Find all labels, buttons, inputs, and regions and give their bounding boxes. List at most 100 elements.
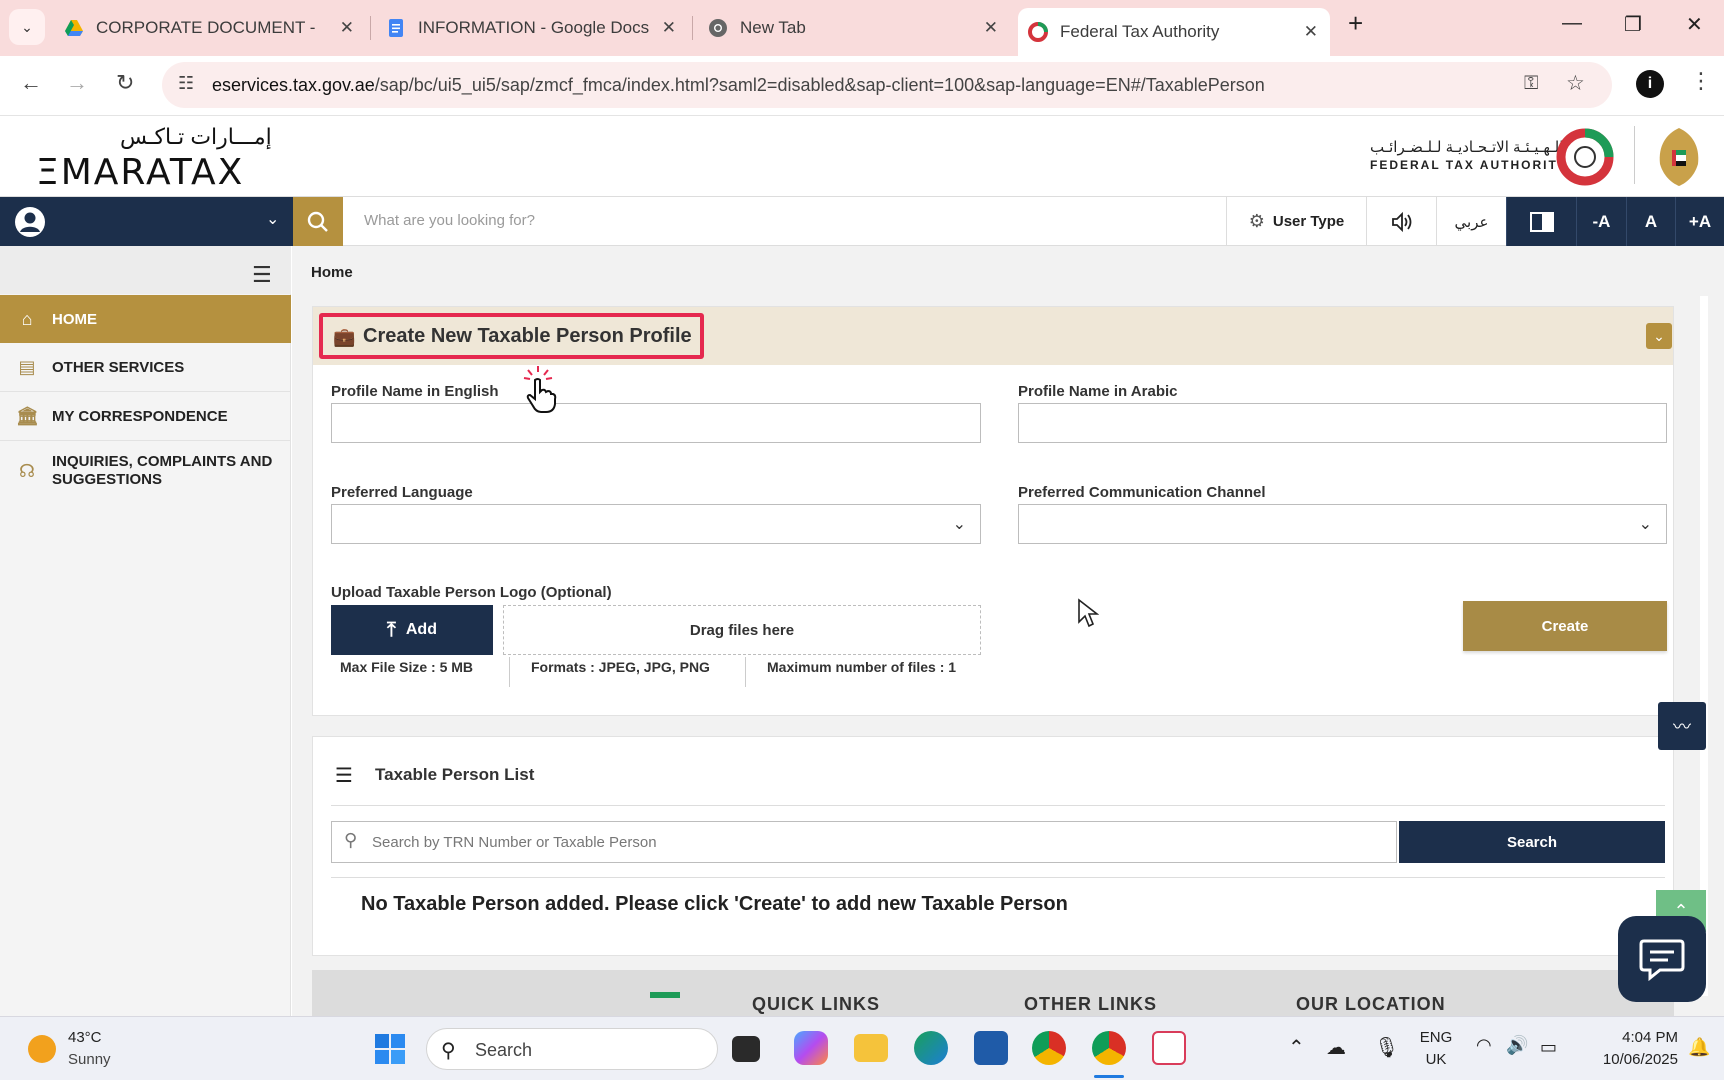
font-normal-button[interactable]: A <box>1626 197 1675 246</box>
reload-icon[interactable]: ↻ <box>116 70 134 96</box>
forward-arrow-icon[interactable]: → <box>66 70 88 96</box>
user-type-button[interactable]: ⚙ User Type <box>1226 197 1366 246</box>
key-icon[interactable]: ⚿ <box>1524 73 1538 95</box>
add-button-label: Add <box>405 621 437 638</box>
tab-search-button[interactable]: ⌄ <box>9 9 45 45</box>
close-icon[interactable]: ✕ <box>1304 22 1318 42</box>
edge-icon[interactable] <box>914 1031 948 1065</box>
file-explorer-icon[interactable] <box>854 1034 888 1062</box>
windows-start-icon[interactable] <box>374 1033 406 1065</box>
close-icon[interactable]: ✕ <box>662 18 676 38</box>
taskbar-search[interactable]: ⚲ Search <box>426 1028 718 1070</box>
read-aloud-button[interactable] <box>1366 197 1436 246</box>
weather-temperature[interactable]: 43°C <box>68 1029 102 1046</box>
clock-date[interactable]: 10/06/2025 <box>1574 1051 1678 1068</box>
preferred-language-select[interactable]: ⌄ <box>331 504 981 544</box>
font-increase-button[interactable]: +A <box>1675 197 1724 246</box>
sidebar-item-other-services[interactable]: ▤ OTHER SERVICES <box>0 344 291 392</box>
notification-bell-icon[interactable]: 🔔 <box>1688 1037 1710 1058</box>
hamburger-menu-icon[interactable]: ☰ <box>252 262 272 288</box>
font-decrease-button[interactable]: -A <box>1576 197 1626 246</box>
language-indicator-line1[interactable]: ENG <box>1414 1029 1458 1046</box>
profile-avatar-icon[interactable]: i <box>1636 70 1664 98</box>
profile-name-en-input[interactable] <box>331 403 981 443</box>
list-search-button[interactable]: Search <box>1399 821 1665 863</box>
microsoft-store-icon[interactable] <box>974 1031 1008 1065</box>
active-app-indicator <box>1094 1075 1124 1078</box>
menu-dots-icon[interactable]: ⋮ <box>1690 68 1712 94</box>
copilot-icon[interactable] <box>794 1031 828 1065</box>
window-close-icon[interactable]: ✕ <box>1686 12 1703 37</box>
task-view-icon[interactable] <box>732 1036 760 1062</box>
tab-corporate-document[interactable]: CORPORATE DOCUMENT - Acc ✕ <box>64 10 354 46</box>
fta-name-arabic: الـهـيـئـة الاتـحـاديـة لـلـضـرائـب <box>1370 139 1564 156</box>
preferred-channel-label: Preferred Communication Channel <box>1018 484 1266 501</box>
accessibility-widget-button[interactable]: 〰 <box>1658 702 1706 750</box>
tab-separator <box>370 16 371 40</box>
chrome-profile-icon[interactable] <box>1092 1031 1126 1065</box>
site-header: إمـــارات تـاكـس ΞMARATAX الـهـيـئـة الا… <box>0 116 1724 196</box>
volume-icon[interactable]: 🔊 <box>1506 1035 1528 1056</box>
close-icon[interactable]: ✕ <box>340 18 354 38</box>
site-search-input[interactable]: What are you looking for? <box>364 212 535 229</box>
file-dropzone[interactable]: Drag files here <box>503 605 981 655</box>
sidebar-item-my-correspondence[interactable]: 🏛 MY CORRESPONDENCE <box>0 393 291 441</box>
sidebar-top: ☰ <box>0 246 291 294</box>
search-icon: ⚲ <box>344 830 358 850</box>
new-tab-plus-icon[interactable]: + <box>1348 8 1363 39</box>
list-search-input[interactable]: ⚲ Search by TRN Number or Taxable Person <box>331 821 1397 863</box>
footer-quick-links[interactable]: QUICK LINKS <box>752 994 880 1015</box>
sidebar-item-inquiries[interactable]: ☊ INQUIRIES, COMPLAINTS AND SUGGESTIONS <box>0 442 291 500</box>
wifi-icon[interactable]: ◠ <box>1476 1035 1492 1056</box>
omnibox[interactable]: ☷ eservices.tax.gov.ae/sap/bc/ui5_ui5/sa… <box>162 62 1612 108</box>
uae-emblem-icon <box>1659 128 1699 186</box>
preferred-channel-select[interactable]: ⌄ <box>1018 504 1667 544</box>
restore-icon[interactable]: ❐ <box>1624 12 1642 37</box>
battery-icon[interactable]: ▭ <box>1540 1037 1557 1058</box>
profile-name-ar-input[interactable] <box>1018 403 1667 443</box>
tab-federal-tax-authority[interactable]: Federal Tax Authority ✕ <box>1018 8 1330 56</box>
tab-information-google-docs[interactable]: INFORMATION - Google Docs ✕ <box>386 10 676 46</box>
language-indicator-line2[interactable]: UK <box>1414 1051 1458 1068</box>
google-docs-icon <box>389 19 403 37</box>
address-bar-row: ← → ↻ ☷ eservices.tax.gov.ae/sap/bc/ui5_… <box>0 56 1724 116</box>
headset-icon: ☊ <box>19 460 35 481</box>
taskbar-search-label: Search <box>475 1040 533 1060</box>
browser-tab-strip: ⌄ CORPORATE DOCUMENT - Acc ✕ INFORMATION… <box>0 0 1724 56</box>
onedrive-icon[interactable]: ☁ <box>1326 1035 1346 1060</box>
footer-other-links[interactable]: OTHER LINKS <box>1024 994 1157 1015</box>
site-search-button[interactable] <box>293 197 343 246</box>
list-search-placeholder: Search by TRN Number or Taxable Person <box>372 834 657 851</box>
weather-description[interactable]: Sunny <box>68 1051 111 1068</box>
panel-title[interactable]: 💼 Create New Taxable Person Profile <box>319 313 704 359</box>
clock-time[interactable]: 4:04 PM <box>1574 1029 1678 1046</box>
footer-our-location[interactable]: OUR LOCATION <box>1296 994 1446 1015</box>
footer-logo-icon <box>650 992 680 998</box>
chat-support-button[interactable] <box>1618 916 1706 1002</box>
back-arrow-icon[interactable]: ← <box>20 70 42 96</box>
minimize-icon[interactable]: — <box>1562 12 1582 35</box>
breadcrumb-home[interactable]: Home <box>311 264 353 281</box>
chrome-icon[interactable] <box>1032 1031 1066 1065</box>
user-account-dropdown[interactable]: ⌄ <box>0 197 293 246</box>
star-icon[interactable]: ☆ <box>1566 71 1585 96</box>
language-arabic-button[interactable]: عربي <box>1436 197 1506 246</box>
list-title: Taxable Person List <box>375 765 535 784</box>
microphone-icon[interactable]: 🎙 <box>1374 1035 1399 1060</box>
sidebar-item-label: OTHER SERVICES <box>52 359 185 376</box>
sidebar-item-home[interactable]: ⌂ HOME <box>0 295 291 343</box>
collapse-panel-button[interactable]: ⌄ <box>1646 323 1672 349</box>
emaratax-logo[interactable]: ΞMARATAX <box>36 152 244 193</box>
url-text: eservices.tax.gov.ae/sap/bc/ui5_ui5/sap/… <box>212 75 1265 96</box>
profile-name-en-label: Profile Name in English <box>331 383 499 400</box>
tab-new-tab[interactable]: New Tab ✕ <box>708 10 998 46</box>
create-button[interactable]: Create <box>1463 601 1667 651</box>
add-file-button[interactable]: ⤒ Add <box>331 605 493 655</box>
chevron-up-icon[interactable]: ⌃ <box>1288 1035 1305 1060</box>
contrast-toggle-button[interactable] <box>1506 197 1576 246</box>
tab-title: CORPORATE DOCUMENT - Acc <box>96 18 316 37</box>
snipping-tool-icon[interactable] <box>1152 1031 1186 1065</box>
site-settings-icon[interactable]: ☷ <box>178 73 194 94</box>
fta-emblem-icon <box>1556 128 1614 186</box>
close-icon[interactable]: ✕ <box>984 18 998 38</box>
